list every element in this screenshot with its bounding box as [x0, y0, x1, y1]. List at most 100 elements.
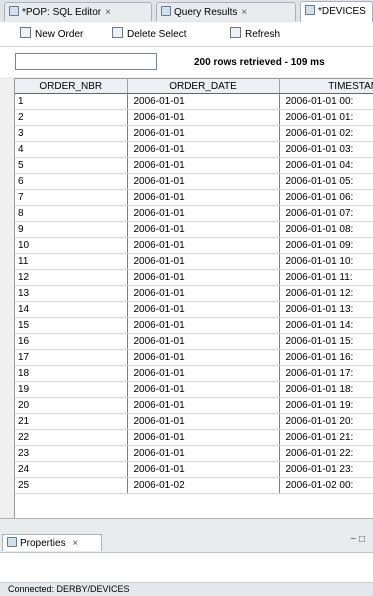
tab-sql-editor[interactable]: *POP: SQL Editor × — [4, 2, 152, 21]
table-cell[interactable]: 2006-01-01 — [127, 381, 280, 398]
table-cell[interactable]: 2006-01-01 — [127, 221, 280, 238]
table-cell[interactable]: 2006-01-01 — [127, 173, 280, 190]
table-cell[interactable]: 2006-01-01 — [127, 365, 280, 382]
table-cell[interactable]: 2006-01-01 — [127, 157, 280, 174]
close-icon[interactable]: × — [105, 7, 111, 18]
tab-query-results[interactable]: Query Results × — [156, 2, 296, 21]
table-cell[interactable]: 15 — [15, 317, 128, 334]
table-cell[interactable]: 2006-01-01 12: — [279, 285, 373, 302]
table-cell[interactable]: 7 — [15, 189, 128, 206]
table-cell[interactable]: 1 — [15, 93, 128, 110]
new-order-button[interactable]: New Order — [20, 27, 83, 41]
table-cell[interactable]: 2006-01-01 — [127, 349, 280, 366]
table-cell[interactable]: 2006-01-01 21: — [279, 429, 373, 446]
tab-properties[interactable]: Properties × — [2, 534, 102, 551]
table-cell[interactable]: 2006-01-01 — [127, 205, 280, 222]
table-row[interactable]: 22 2006-01-01 2006-01-01 21: — [15, 429, 373, 446]
table-cell[interactable]: 6 — [15, 173, 128, 190]
table-cell[interactable]: 2006-01-01 17: — [279, 365, 373, 382]
table-cell[interactable]: 2006-01-01 — [127, 445, 280, 462]
table-cell[interactable]: 2006-01-01 — [127, 109, 280, 126]
table-cell[interactable]: 2006-01-01 — [127, 237, 280, 254]
tab-devices[interactable]: *DEVICES — [300, 1, 373, 22]
table-row[interactable]: 12 2006-01-01 2006-01-01 11: — [15, 269, 373, 286]
table-row[interactable]: 19 2006-01-01 2006-01-01 18: — [15, 381, 373, 398]
table-cell[interactable]: 19 — [15, 381, 128, 398]
table-cell[interactable]: 2006-01-01 07: — [279, 205, 373, 222]
table-cell[interactable]: 2006-01-01 — [127, 253, 280, 270]
table-cell[interactable]: 12 — [15, 269, 128, 286]
table-cell[interactable]: 2006-01-02 00: — [279, 477, 373, 494]
table-cell[interactable]: 2006-01-01 — [127, 333, 280, 350]
table-row[interactable]: 13 2006-01-01 2006-01-01 12: — [15, 285, 373, 302]
table-cell[interactable]: 2006-01-01 15: — [279, 333, 373, 350]
table-cell[interactable]: 22 — [15, 429, 128, 446]
table-cell[interactable]: 9 — [15, 221, 128, 238]
table-cell[interactable]: 2006-01-01 16: — [279, 349, 373, 366]
table-cell[interactable]: 13 — [15, 285, 128, 302]
table-row[interactable]: 18 2006-01-01 2006-01-01 17: — [15, 365, 373, 382]
table-cell[interactable]: 2006-01-01 — [127, 93, 280, 110]
table-row[interactable]: 4 2006-01-01 2006-01-01 03: — [15, 141, 373, 158]
table-cell[interactable]: 16 — [15, 333, 128, 350]
table-cell[interactable]: 2006-01-01 08: — [279, 221, 373, 238]
panel-window-buttons[interactable]: − □ — [350, 534, 365, 545]
table-cell[interactable]: 2006-01-01 02: — [279, 125, 373, 142]
table-cell[interactable]: 2006-01-01 — [127, 317, 280, 334]
table-row[interactable]: 6 2006-01-01 2006-01-01 05: — [15, 173, 373, 190]
column-header[interactable]: ORDER_DATE — [127, 79, 280, 94]
table-cell[interactable]: 2 — [15, 109, 128, 126]
table-cell[interactable]: 20 — [15, 397, 128, 414]
table-cell[interactable]: 2006-01-01 — [127, 141, 280, 158]
table-row[interactable]: 16 2006-01-01 2006-01-01 15: — [15, 333, 373, 350]
table-cell[interactable]: 2006-01-01 — [127, 189, 280, 206]
table-row[interactable]: 21 2006-01-01 2006-01-01 20: — [15, 413, 373, 430]
table-cell[interactable]: 3 — [15, 125, 128, 142]
table-row[interactable]: 2 2006-01-01 2006-01-01 01: — [15, 109, 373, 126]
table-cell[interactable]: 14 — [15, 301, 128, 318]
table-row[interactable]: 14 2006-01-01 2006-01-01 13: — [15, 301, 373, 318]
table-cell[interactable]: 5 — [15, 157, 128, 174]
table-row[interactable]: 10 2006-01-01 2006-01-01 09: — [15, 237, 373, 254]
table-cell[interactable]: 21 — [15, 413, 128, 430]
table-row[interactable]: 20 2006-01-01 2006-01-01 19: — [15, 397, 373, 414]
refresh-button[interactable]: Refresh — [230, 27, 280, 41]
table-cell[interactable]: 2006-01-01 09: — [279, 237, 373, 254]
table-row[interactable]: 5 2006-01-01 2006-01-01 04: — [15, 157, 373, 174]
table-cell[interactable]: 8 — [15, 205, 128, 222]
table-cell[interactable]: 2006-01-01 20: — [279, 413, 373, 430]
table-cell[interactable]: 10 — [15, 237, 128, 254]
close-icon[interactable]: × — [72, 538, 78, 549]
table-cell[interactable]: 2006-01-01 23: — [279, 461, 373, 478]
table-row[interactable]: 3 2006-01-01 2006-01-01 02: — [15, 125, 373, 142]
table-cell[interactable]: 24 — [15, 461, 128, 478]
table-cell[interactable]: 2006-01-01 — [127, 301, 280, 318]
table-cell[interactable]: 2006-01-01 — [127, 285, 280, 302]
table-cell[interactable]: 2006-01-01 13: — [279, 301, 373, 318]
table-cell[interactable]: 2006-01-02 — [127, 477, 280, 494]
table-cell[interactable]: 2006-01-01 03: — [279, 141, 373, 158]
table-cell[interactable]: 2006-01-01 01: — [279, 109, 373, 126]
table-row[interactable]: 8 2006-01-01 2006-01-01 07: — [15, 205, 373, 222]
filter-input[interactable] — [15, 53, 157, 70]
column-header[interactable]: ORDER_NBR — [15, 79, 128, 94]
table-cell[interactable]: 2006-01-01 05: — [279, 173, 373, 190]
table-cell[interactable]: 2006-01-01 04: — [279, 157, 373, 174]
column-header[interactable]: TIMESTAMP — [279, 79, 373, 94]
table-row[interactable]: 11 2006-01-01 2006-01-01 10: — [15, 253, 373, 270]
table-row[interactable]: 23 2006-01-01 2006-01-01 22: — [15, 445, 373, 462]
table-cell[interactable]: 2006-01-01 11: — [279, 269, 373, 286]
table-row[interactable]: 9 2006-01-01 2006-01-01 08: — [15, 221, 373, 238]
table-cell[interactable]: 2006-01-01 14: — [279, 317, 373, 334]
table-cell[interactable]: 17 — [15, 349, 128, 366]
table-row[interactable]: 24 2006-01-01 2006-01-01 23: — [15, 461, 373, 478]
table-cell[interactable]: 2006-01-01 — [127, 413, 280, 430]
table-cell[interactable]: 23 — [15, 445, 128, 462]
table-cell[interactable]: 4 — [15, 141, 128, 158]
table-row[interactable]: 15 2006-01-01 2006-01-01 14: — [15, 317, 373, 334]
table-cell[interactable]: 2006-01-01 — [127, 125, 280, 142]
table-row[interactable]: 17 2006-01-01 2006-01-01 16: — [15, 349, 373, 366]
table-row[interactable]: 1 2006-01-01 2006-01-01 00: — [15, 93, 373, 110]
table-row[interactable]: 25 2006-01-02 2006-01-02 00: — [15, 477, 373, 494]
table-cell[interactable]: 2006-01-01 06: — [279, 189, 373, 206]
